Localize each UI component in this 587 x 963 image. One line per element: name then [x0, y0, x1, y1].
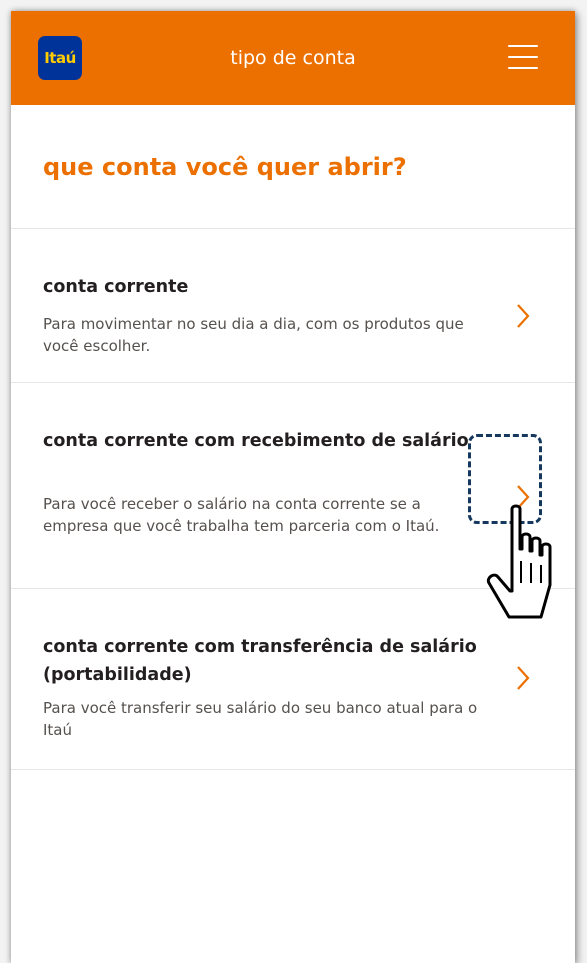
hand-pointer-cursor-icon [486, 504, 552, 619]
menu-button[interactable] [502, 39, 542, 75]
page-title: que conta você quer abrir? [43, 153, 407, 181]
divider [11, 769, 575, 770]
option-title: conta corrente [43, 277, 189, 297]
option-title: conta corrente com transferência de salá… [43, 637, 477, 685]
option-title: conta corrente com recebimento de salári… [43, 431, 469, 451]
top-bar: Itaú tipo de conta [11, 11, 575, 105]
option-description: Para movimentar no seu dia a dia, com os… [43, 315, 464, 355]
chevron-right-icon [517, 666, 530, 690]
option-description: Para você transferir seu salário do seu … [43, 699, 478, 739]
option-conta-corrente[interactable]: conta corrente Para movimentar no seu di… [11, 229, 575, 382]
header-title: tipo de conta [230, 47, 356, 69]
option-description: Para você receber o salário na conta cor… [43, 495, 440, 535]
chevron-right-icon [517, 304, 530, 328]
